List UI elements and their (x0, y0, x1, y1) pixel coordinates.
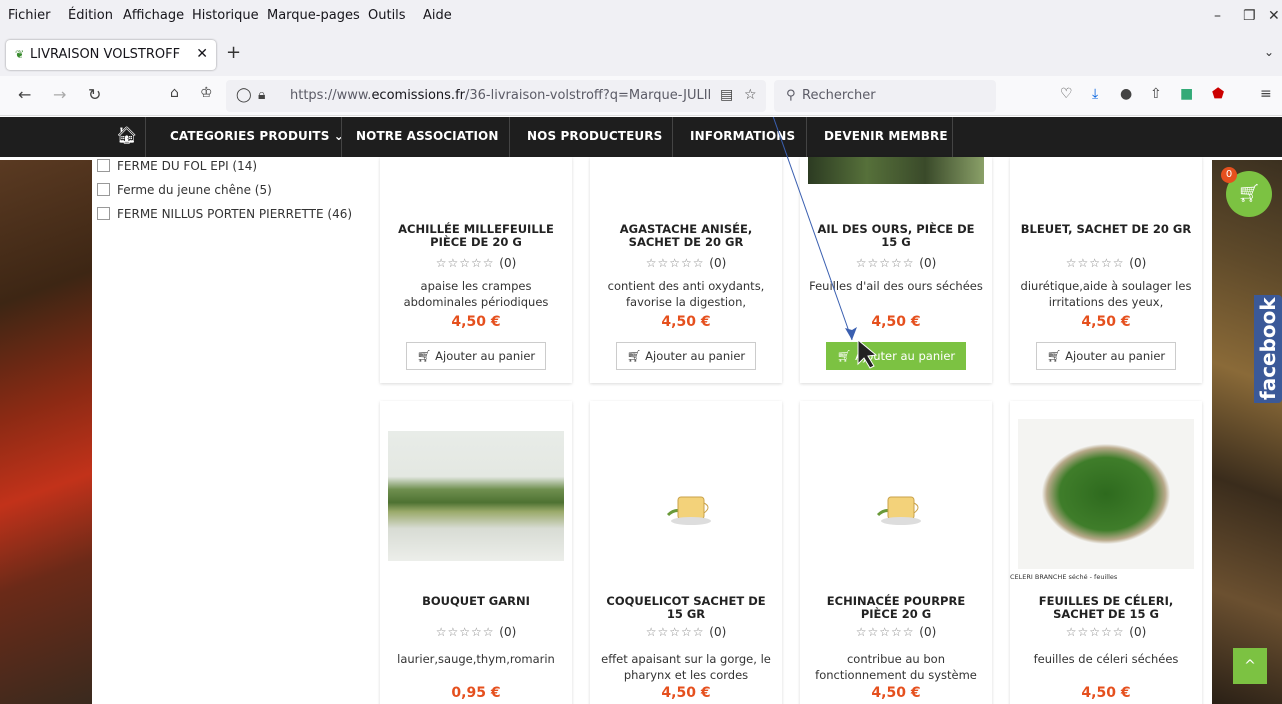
shield-icon[interactable]: ◯ (236, 87, 252, 103)
ublock-icon[interactable]: ⬟ (1212, 86, 1224, 102)
bookmark-page-icon[interactable]: ♔ (200, 85, 213, 101)
nav-bar: ← → ↻ ⌂ ♔ ◯ 🔒︎ https://www.ecomissions.f… (0, 76, 1282, 116)
reader-view-icon[interactable]: ▤ (720, 87, 733, 103)
share-icon[interactable]: ⇧ (1150, 86, 1162, 102)
star-icon[interactable]: ☆ (744, 87, 757, 103)
pocket-icon[interactable]: ♡ (1060, 86, 1073, 102)
tab-bar: ❦ LIVRAISON VOLSTROFF ✕ + ⌄ (0, 34, 1282, 76)
menu-aide[interactable]: Aide (423, 8, 452, 23)
extension-f-icon[interactable]: ● (1120, 86, 1132, 102)
maximize-icon[interactable]: ❐ (1243, 8, 1256, 24)
extension-badge-icon[interactable]: ■ (1180, 86, 1193, 102)
menu-historique[interactable]: Historique (192, 8, 259, 23)
tab-title: LIVRAISON VOLSTROFF (30, 47, 181, 62)
close-tab-icon[interactable]: ✕ (196, 46, 208, 62)
mouse-cursor-icon (857, 338, 878, 369)
menu-edition[interactable]: Édition (68, 8, 113, 23)
close-window-icon[interactable]: ✕ (1268, 8, 1280, 24)
page-content: 🏠︎ CATEGORIES PRODUITS ⌄ NOTRE ASSOCIATI… (0, 117, 1282, 704)
back-icon[interactable]: ← (18, 85, 31, 104)
minimize-icon[interactable]: – (1214, 8, 1221, 24)
search-icon: ⚲ (786, 88, 796, 103)
new-tab-icon[interactable]: + (226, 42, 241, 63)
menu-marque-pages[interactable]: Marque-pages (267, 8, 360, 23)
menu-fichier[interactable]: Fichier (8, 8, 51, 23)
search-placeholder: Rechercher (802, 88, 876, 103)
url-bar[interactable]: ◯ 🔒︎ https://www.ecomissions.fr/36-livra… (226, 80, 766, 112)
tab-livraison[interactable]: ❦ LIVRAISON VOLSTROFF ✕ (6, 40, 216, 70)
search-field[interactable]: ⚲ Rechercher (774, 80, 996, 112)
list-tabs-icon[interactable]: ⌄ (1264, 45, 1274, 59)
menu-bar: Fichier Édition Affichage Historique Mar… (0, 0, 1282, 34)
home-icon[interactable]: ⌂ (170, 85, 179, 101)
lock-icon[interactable]: 🔒︎ (258, 87, 265, 103)
menu-outils[interactable]: Outils (368, 8, 406, 23)
leaf-favicon-icon: ❦ (15, 48, 25, 61)
url-text: https://www.ecomissions.fr/36-livraison-… (290, 88, 710, 103)
menu-affichage[interactable]: Affichage (123, 8, 184, 23)
reload-icon[interactable]: ↻ (88, 85, 101, 104)
app-menu-icon[interactable]: ≡ (1260, 86, 1272, 102)
annotation-arrow (772, 117, 878, 369)
forward-icon[interactable]: → (53, 85, 66, 104)
download-icon[interactable]: ⤓ (1092, 86, 1098, 102)
